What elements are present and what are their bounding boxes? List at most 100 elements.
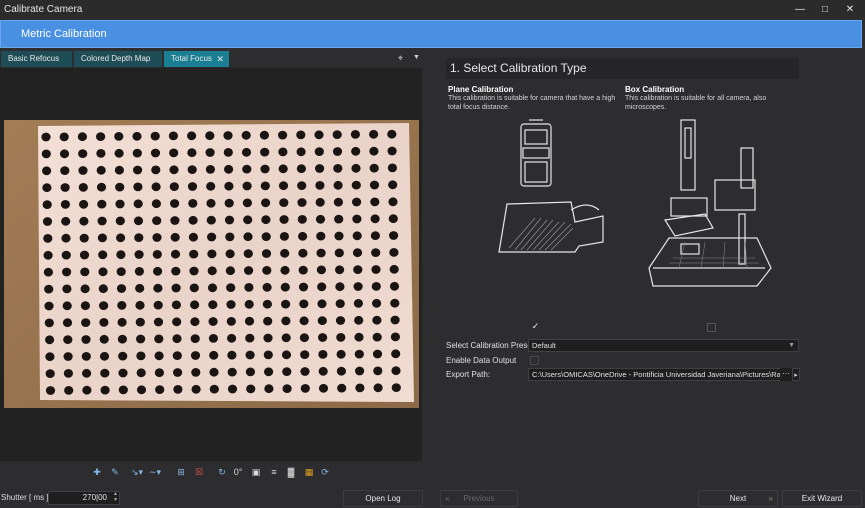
- target-dot: [100, 368, 110, 378]
- export-path-label: Export Path:: [446, 370, 491, 379]
- next-label: Next: [729, 494, 747, 503]
- target-dot: [243, 215, 253, 225]
- rotate-icon[interactable]: ↻: [215, 465, 229, 479]
- target-dot: [337, 383, 347, 393]
- target-dot: [299, 299, 309, 309]
- target-dot: [350, 130, 360, 139]
- target-dot: [187, 165, 197, 174]
- shutter-input[interactable]: 270|00 ▴ ▾: [48, 491, 120, 505]
- target-dot: [278, 164, 288, 174]
- target-dot: [151, 165, 161, 175]
- target-dot: [351, 146, 361, 156]
- target-dot: [298, 265, 308, 275]
- target-dot: [45, 386, 56, 395]
- target-dot: [42, 217, 53, 226]
- target-dot: [354, 332, 364, 342]
- preset-select[interactable]: Default ▼: [528, 339, 799, 352]
- image-icon[interactable]: ▣: [249, 465, 263, 479]
- data-output-checkbox[interactable]: [530, 356, 539, 365]
- target-dot: [42, 200, 52, 209]
- open-log-button[interactable]: Open Log: [343, 490, 423, 507]
- target-dot: [242, 198, 252, 208]
- chevron-right-icon[interactable]: ▸: [792, 368, 800, 381]
- fullscreen-icon[interactable]: ⌖: [398, 53, 403, 64]
- grid-icon[interactable]: ▦: [302, 465, 316, 479]
- target-dot: [227, 333, 237, 343]
- target-dot: [281, 299, 291, 309]
- target-dot: [79, 199, 89, 209]
- target-dot: [335, 299, 345, 308]
- histogram-icon[interactable]: ▓: [284, 465, 298, 479]
- browse-button[interactable]: ···: [780, 368, 792, 381]
- line-tool-icon[interactable]: ∼▾: [144, 465, 166, 479]
- previous-button[interactable]: « Previous: [440, 490, 518, 507]
- target-dot: [371, 248, 381, 257]
- target-dot: [262, 266, 272, 275]
- target-dot: [116, 267, 126, 276]
- rotation-angle[interactable]: 0°: [229, 465, 247, 479]
- plane-calibration-checkbox[interactable]: ✓: [531, 322, 540, 331]
- crop-icon[interactable]: ⊞: [174, 465, 188, 479]
- target-dot: [77, 132, 87, 142]
- target-dot: [352, 214, 362, 224]
- target-dot: [153, 300, 163, 310]
- target-dot: [114, 148, 124, 158]
- target-dot: [45, 352, 55, 362]
- target-dot: [297, 215, 307, 224]
- target-dot: [296, 164, 306, 174]
- target-dot: [369, 180, 380, 190]
- box-calibration-illustration[interactable]: [645, 118, 775, 290]
- target-dot: [116, 284, 127, 293]
- target-dot: [224, 164, 234, 174]
- crosshair-icon[interactable]: ✚: [90, 465, 104, 479]
- target-dot: [335, 282, 345, 292]
- target-dot: [98, 267, 108, 277]
- target-dot: [262, 299, 272, 309]
- target-dot: [96, 132, 106, 141]
- calibration-target-image: [4, 120, 419, 408]
- target-dot: [169, 148, 179, 158]
- target-dot: [209, 367, 219, 377]
- target-dot: [99, 318, 109, 327]
- target-dot: [44, 284, 54, 294]
- minimize-icon[interactable]: —: [790, 2, 810, 17]
- export-path-field[interactable]: C:\Users\OMICAS\OneDrive - Pontificia Un…: [528, 368, 784, 381]
- target-dot: [191, 384, 201, 394]
- tab-label: Basic Refocus: [8, 54, 60, 63]
- target-dot: [226, 300, 236, 309]
- target-dot: [264, 367, 274, 377]
- eyedropper-icon[interactable]: ✎: [108, 465, 122, 479]
- target-dot: [205, 165, 215, 174]
- target-dot: [389, 281, 400, 291]
- tab-colored-depth-map[interactable]: Colored Depth Map: [74, 51, 162, 67]
- plane-calibration-illustration[interactable]: [495, 118, 607, 260]
- tab-total-focus[interactable]: Total Focus ✕: [164, 51, 229, 67]
- chevron-down-icon[interactable]: ▼: [413, 54, 420, 61]
- stepper-icon[interactable]: ▴ ▾: [114, 491, 117, 503]
- tab-basic-refocus[interactable]: Basic Refocus: [1, 51, 72, 67]
- target-dot: [391, 349, 401, 359]
- target-dot: [372, 315, 382, 325]
- target-dot: [280, 265, 290, 275]
- next-button[interactable]: Next »: [698, 490, 778, 507]
- target-dot: [245, 367, 255, 377]
- target-dot: [44, 318, 54, 328]
- target-dot: [355, 366, 365, 376]
- target-dot: [170, 249, 181, 259]
- exit-wizard-button[interactable]: Exit Wizard: [782, 490, 862, 507]
- target-dot: [152, 250, 162, 259]
- tab-close-icon[interactable]: ✕: [216, 51, 224, 67]
- box-calibration-checkbox[interactable]: [707, 323, 716, 332]
- target-dot: [98, 284, 108, 294]
- list-icon[interactable]: ≡: [267, 465, 281, 479]
- sync-icon[interactable]: ⟳: [318, 465, 332, 479]
- target-dot: [207, 232, 217, 242]
- maximize-icon[interactable]: □: [815, 2, 835, 17]
- close-icon[interactable]: ✕: [840, 2, 860, 17]
- target-dot: [79, 233, 89, 243]
- target-dot: [78, 166, 88, 175]
- delete-icon[interactable]: ☒: [192, 465, 206, 479]
- target-dot: [333, 180, 343, 190]
- target-dot: [224, 198, 234, 208]
- target-dot: [173, 385, 183, 394]
